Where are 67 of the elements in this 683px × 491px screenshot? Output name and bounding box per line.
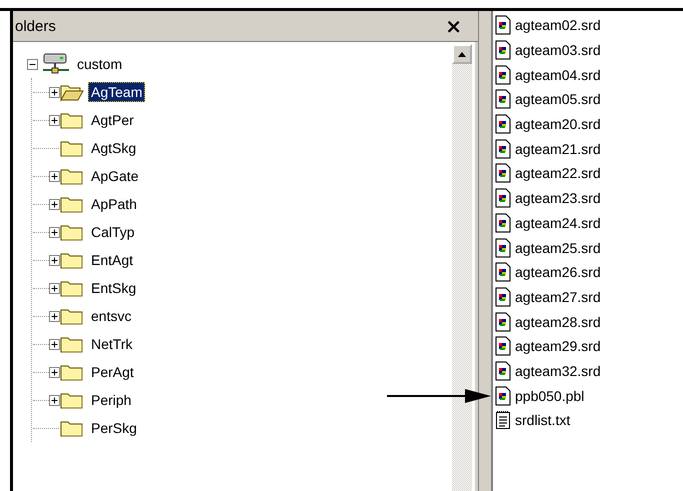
expand-icon[interactable]	[49, 366, 60, 378]
datawindow-file-icon	[495, 262, 511, 282]
tree-item[interactable]: ApGate	[88, 166, 142, 186]
datawindow-file-icon	[495, 15, 511, 36]
tree-item[interactable]: PerAgt	[88, 362, 137, 382]
file-name[interactable]: agteam20.srd	[515, 116, 601, 132]
scroll-up-button[interactable]	[452, 44, 472, 64]
expand-icon[interactable]	[49, 114, 60, 126]
tree-item[interactable]: NetTrk	[88, 334, 136, 354]
tree-item[interactable]: entsvc	[88, 306, 134, 326]
file-name[interactable]: agteam25.srd	[515, 240, 601, 256]
tree-item[interactable]: EntSkg	[88, 278, 140, 298]
datawindow-file-icon	[495, 336, 511, 356]
datawindow-file-icon	[495, 212, 511, 233]
tree-item[interactable]: AgtPer	[88, 110, 137, 130]
expand-icon[interactable]	[49, 254, 60, 266]
file-name[interactable]: agteam05.srd	[515, 91, 601, 108]
datawindow-file-icon	[495, 386, 511, 406]
expand-icon[interactable]	[49, 170, 60, 182]
datawindow-file-icon	[495, 114, 511, 134]
up-arrow-icon	[458, 52, 466, 56]
file-name[interactable]: agteam29.srd	[515, 338, 601, 354]
file-name[interactable]: agteam02.srd	[515, 17, 601, 34]
datawindow-file-icon	[495, 238, 511, 258]
file-name[interactable]: agteam03.srd	[515, 42, 601, 58]
file-name[interactable]: srdlist.txt	[515, 412, 570, 428]
collapse-icon[interactable]	[27, 58, 38, 70]
tree-item[interactable]: custom	[74, 54, 126, 74]
file-name[interactable]: agteam32.srd	[515, 362, 601, 379]
expand-icon[interactable]	[49, 198, 60, 210]
splitter[interactable]	[478, 11, 493, 491]
file-name[interactable]: agteam28.srd	[515, 314, 601, 330]
expand-icon[interactable]	[49, 86, 60, 98]
expand-icon[interactable]	[49, 338, 60, 350]
file-name[interactable]: agteam21.srd	[515, 140, 601, 157]
text-file-icon	[495, 410, 511, 430]
file-name[interactable]: ppb050.pbl	[515, 388, 584, 404]
datawindow-file-icon	[495, 312, 511, 332]
file-name[interactable]: agteam24.srd	[515, 214, 601, 231]
file-name[interactable]: agteam27.srd	[515, 288, 601, 305]
tree-item[interactable]: CalTyp	[88, 222, 138, 242]
tree-item[interactable]: Periph	[88, 390, 134, 410]
file-name[interactable]: agteam23.srd	[515, 190, 601, 206]
datawindow-file-icon	[495, 64, 511, 85]
tree-item[interactable]: ApPath	[88, 194, 140, 214]
tree-item[interactable]: PerSkg	[88, 418, 140, 438]
tree-item[interactable]: EntAgt	[88, 250, 136, 270]
tree-item[interactable]: AgtSkg	[88, 138, 140, 158]
datawindow-file-icon	[495, 286, 511, 307]
tree-item[interactable]: AgTeam	[88, 82, 146, 102]
expand-icon[interactable]	[49, 310, 60, 322]
close-button[interactable]: ×	[439, 16, 468, 36]
expand-icon[interactable]	[49, 226, 60, 238]
scrollbar[interactable]	[452, 44, 472, 491]
network-computer-icon	[42, 52, 70, 76]
datawindow-file-icon	[495, 188, 511, 208]
datawindow-file-icon	[495, 138, 511, 159]
datawindow-file-icon	[495, 40, 511, 60]
expand-icon[interactable]	[49, 394, 60, 406]
file-name[interactable]: agteam26.srd	[515, 264, 601, 280]
datawindow-file-icon	[495, 360, 511, 381]
file-name[interactable]: agteam22.srd	[515, 165, 601, 182]
panel-title: olders	[14, 18, 56, 34]
datawindow-file-icon	[495, 89, 511, 110]
file-name[interactable]: agteam04.srd	[515, 66, 601, 83]
datawindow-file-icon	[495, 163, 511, 184]
expand-icon[interactable]	[49, 282, 60, 294]
